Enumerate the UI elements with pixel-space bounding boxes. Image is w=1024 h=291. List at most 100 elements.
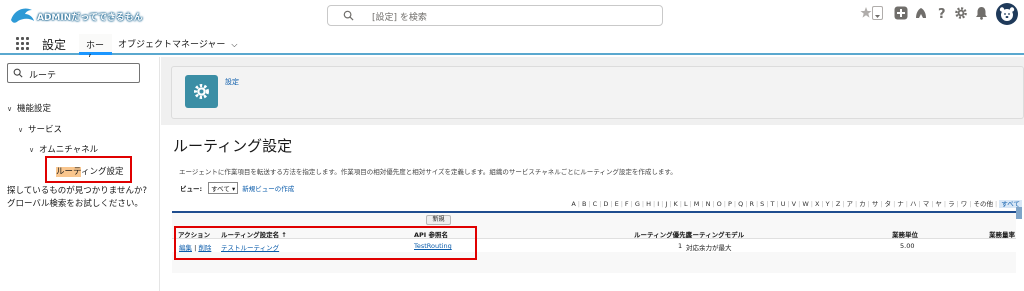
tab-home[interactable]: ホーム <box>79 34 112 64</box>
alpha-filter-link[interactable]: ラ <box>948 200 955 208</box>
alpha-separator: | <box>755 200 759 208</box>
logo[interactable]: ADMINだってできるもん <box>8 4 148 28</box>
alpha-filter-link[interactable]: W <box>802 200 808 208</box>
list-view-bar: ビュー: すべて ▾ 新規ビューの作成 <box>180 182 294 194</box>
alpha-separator: | <box>880 200 883 208</box>
alpha-separator: | <box>723 200 726 208</box>
quick-find-input[interactable]: ルーテ <box>7 63 140 83</box>
alpha-filter-link[interactable]: K <box>673 200 677 208</box>
alpha-filter-link[interactable]: タ <box>885 200 892 208</box>
alpha-filter-link[interactable]: G <box>635 200 640 208</box>
alpha-separator: | <box>679 200 682 208</box>
logo-text: ADMINだってできるもん <box>37 13 143 23</box>
scrollbar-thumb[interactable] <box>1016 207 1022 219</box>
alpha-filter-link[interactable]: その他 <box>974 200 994 208</box>
alpha-separator: | <box>787 200 790 208</box>
alpha-filter-link[interactable]: N <box>706 200 711 208</box>
annotation-box-sidebar: ルーティング設定 <box>45 156 132 183</box>
alpha-filter-link[interactable]: T <box>771 200 775 208</box>
alpha-separator: | <box>661 200 664 208</box>
app-launcher-icon[interactable] <box>16 37 30 51</box>
gear-icon[interactable] <box>954 6 968 20</box>
tree-item-feature-settings[interactable]: ∨ 機能設定 <box>7 102 51 114</box>
alpha-separator: | <box>918 200 921 208</box>
alpha-filter-link[interactable]: サ <box>872 200 879 208</box>
trailhead-icon[interactable] <box>914 6 928 20</box>
alpha-filter-link[interactable]: C <box>593 200 598 208</box>
alpha-filter-link[interactable]: Y <box>826 200 830 208</box>
search-icon <box>343 10 354 21</box>
bell-icon[interactable] <box>975 6 988 20</box>
alpha-separator: | <box>798 200 801 208</box>
help-icon[interactable]: ? <box>936 6 948 20</box>
alpha-filter-link[interactable]: J <box>665 200 667 208</box>
global-search-input[interactable]: [設定] を検索 <box>327 5 663 26</box>
page-description: エージェントに作業項目を転送する方法を指定します。作業項目の相対優先度と相対サイ… <box>179 168 677 176</box>
alpha-filter-link[interactable]: M <box>694 200 700 208</box>
alpha-separator: | <box>653 200 656 208</box>
alpha-filter-link[interactable]: V <box>792 200 796 208</box>
alpha-separator: | <box>689 200 692 208</box>
alpha-filter-link[interactable]: B <box>582 200 586 208</box>
alpha-separator: | <box>893 200 896 208</box>
alpha-filter-link[interactable]: Z <box>836 200 840 208</box>
chevron-down-icon[interactable]: ⌵ <box>231 40 237 50</box>
alpha-filter-link[interactable]: P <box>728 200 732 208</box>
alpha-separator: | <box>641 200 645 208</box>
row-priority: 1 <box>678 242 683 250</box>
alpha-filter-link[interactable]: ア <box>846 200 853 208</box>
alpha-filter-link[interactable]: U <box>781 200 786 208</box>
create-view-link[interactable]: 新規ビューの作成 <box>242 185 294 193</box>
alpha-filter-link[interactable]: マ <box>923 200 930 208</box>
view-select[interactable]: すべて ▾ <box>208 182 239 194</box>
alpha-separator: | <box>588 200 591 208</box>
alpha-separator: | <box>854 200 858 208</box>
alpha-separator: | <box>905 200 908 208</box>
plus-icon[interactable] <box>894 6 908 20</box>
alpha-filter-link[interactable]: ナ <box>897 200 904 208</box>
alpha-filter-link[interactable]: R <box>749 200 754 208</box>
favorites-dropdown-icon[interactable] <box>872 6 883 20</box>
breadcrumb[interactable]: 設定 <box>225 77 239 87</box>
chevron-down-icon[interactable]: ∨ <box>29 146 39 154</box>
alpha-filter-link[interactable]: D <box>603 200 608 208</box>
alpha-filter-link[interactable]: A <box>571 200 575 208</box>
alpha-filter-link[interactable]: ハ <box>910 200 917 208</box>
alpha-filter-link[interactable]: ヤ <box>935 200 942 208</box>
tree-item-routing-config[interactable]: ルーティング設定 <box>56 165 124 177</box>
alpha-separator: | <box>610 200 613 208</box>
alpha-separator: | <box>669 200 672 208</box>
dolphin-logo-icon <box>11 8 34 23</box>
tree-item-label: 機能設定 <box>17 104 52 114</box>
avatar[interactable] <box>996 3 1018 25</box>
alpha-filter-link[interactable]: ワ <box>961 200 968 208</box>
tree-item-service[interactable]: ∨ サービス <box>18 123 62 135</box>
alpha-filter-link[interactable]: X <box>815 200 819 208</box>
app-name: 設定 <box>42 38 67 52</box>
app-nav-bar: 設定 ホーム オブジェクトマネージャー ⌵ <box>0 32 1024 64</box>
alpha-filter-link[interactable]: H <box>646 200 651 208</box>
alpha-filter-link[interactable]: O <box>717 200 722 208</box>
alpha-separator: | <box>620 200 623 208</box>
page-header-card: 設定 <box>171 66 1024 119</box>
alpha-filter-link[interactable]: I <box>657 200 659 208</box>
new-button[interactable]: 新規 <box>426 215 451 225</box>
not-found-line-2: グローバル検索をお試しください。 <box>7 199 143 209</box>
alpha-separator: | <box>969 200 972 208</box>
alpha-separator: | <box>931 200 934 208</box>
chevron-down-icon[interactable]: ∨ <box>7 105 17 113</box>
tree-item-omni-channel[interactable]: ∨ オムニチャネル <box>29 143 98 155</box>
alpha-filter-link[interactable]: Q <box>738 200 743 208</box>
alpha-filter-link[interactable]: S <box>760 200 764 208</box>
search-icon <box>13 68 23 78</box>
chevron-down-icon[interactable]: ∨ <box>18 126 28 134</box>
alpha-filter-link[interactable]: F <box>625 200 629 208</box>
tab-object-manager[interactable]: オブジェクトマネージャー ⌵ <box>118 37 237 50</box>
row-units: 5.00 <box>900 242 915 250</box>
favorite-star-icon[interactable] <box>860 6 872 20</box>
alpha-filter-link[interactable]: E <box>615 200 619 208</box>
svg-text:?: ? <box>938 7 946 20</box>
routing-config-list: ルーティング設定 エージェントに作業項目を転送する方法を指定します。作業項目の相… <box>161 125 1024 291</box>
alpha-filter-link[interactable]: L <box>684 200 688 208</box>
alpha-filter-link[interactable]: カ <box>859 200 866 208</box>
